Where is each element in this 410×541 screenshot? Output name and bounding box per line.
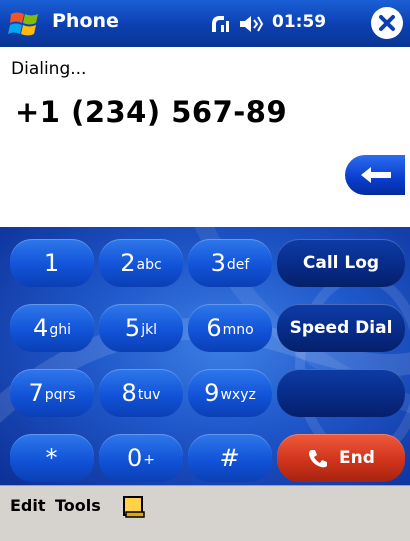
edit-menu[interactable]: Edit [10,496,46,515]
key-7[interactable]: 7 pqrs [10,369,94,417]
key-4[interactable]: 4 ghi [10,304,94,352]
app-title: Phone [52,10,119,32]
call-log-button[interactable]: Call Log [277,239,405,287]
dial-display: Dialing... +1 (234) 567-89 [0,47,410,227]
volume-icon[interactable] [238,13,264,35]
key-3[interactable]: 3 def [188,239,272,287]
keypad: 1 2 abc 3 def Call Log 4 ghi 5 jkl 6 mno Spee… [0,227,410,485]
key-6[interactable]: 6 mno [188,304,272,352]
key-9[interactable]: 9 wxyz [188,369,272,417]
menu-bar: Edit Tools [0,485,410,541]
close-icon [379,15,395,31]
speed-dial-button[interactable]: Speed Dial [277,304,405,352]
call-status: Dialing... [11,59,87,79]
key-5[interactable]: 5 jkl [99,304,183,352]
close-button[interactable] [371,7,403,39]
phone-hangup-icon [309,450,328,468]
windows-flag-icon[interactable] [8,8,46,40]
title-bar: Phone 01:59 [0,0,410,47]
key-0[interactable]: 0 + [99,434,183,482]
blank-function-key [277,369,405,417]
backspace-button[interactable] [345,155,405,195]
clock[interactable]: 01:59 [272,12,326,32]
arrow-left-icon [361,167,391,183]
key-star[interactable]: * [10,434,94,482]
key-1[interactable]: 1 [10,239,94,287]
tools-menu[interactable]: Tools [55,496,101,515]
key-hash[interactable]: # [188,434,272,482]
dialed-number: +1 (234) 567-89 [15,95,288,129]
keyboard-icon[interactable] [122,496,146,518]
key-8[interactable]: 8 tuv [99,369,183,417]
signal-icon[interactable] [208,12,232,36]
end-call-button[interactable]: End [277,434,405,482]
key-2[interactable]: 2 abc [99,239,183,287]
